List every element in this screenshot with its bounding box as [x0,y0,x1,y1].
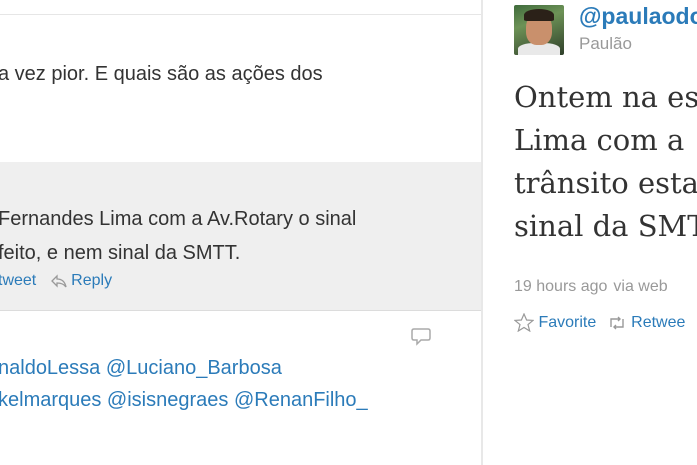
tweet-detail-pane: @paulaodo Paulão Ontem na es Lima com a … [483,0,697,465]
detail-text-line: sinal da SMT [514,209,697,243]
avatar[interactable] [514,5,564,55]
speech-bubble-icon[interactable] [411,326,431,346]
source-label: via web [613,278,668,295]
star-icon [514,313,534,332]
tweet-text-line: Fernandes Lima com a Av.Rotary o sinal [0,208,357,230]
retweet-icon [610,316,624,329]
reply-icon [50,274,67,288]
screen-name-link[interactable]: @paulaodo [579,3,697,30]
tweet-mentions[interactable]: kelmarques @isisnegraes @RenanFilho_ [0,389,368,412]
retweet-label: Retwee [631,313,686,331]
tweet-item-selected[interactable]: Fernandes Lima com a Av.Rotary o sinal f… [0,162,481,311]
tweet-actions: tweet Reply [0,272,112,290]
reply-button[interactable]: Reply [50,272,113,289]
timestamp-link[interactable]: 19 hours ago [514,278,607,295]
favorite-label: Favorite [538,313,597,331]
tweet-item[interactable]: a vez pior. E quais são as ações dos [0,14,481,163]
tweet-text: a vez pior. E quais são as ações dos [0,63,323,85]
detail-text-line: Ontem na es [514,80,697,114]
detail-actions: Favorite Retwee [514,313,685,332]
retweet-button[interactable]: Retwee [607,313,686,331]
tweet-meta: 19 hours ago via web [514,278,668,296]
tweet-text-line: feito, e nem sinal da SMTT. [0,242,241,264]
detail-text-line: trânsito esta [514,166,697,200]
reply-label: Reply [71,272,113,289]
timeline: a vez pior. E quais são as ações dos Fer… [0,0,482,465]
retweet-link[interactable]: tweet [0,272,36,289]
favorite-button[interactable]: Favorite [514,313,601,332]
detail-text-line: Lima com a [514,123,685,157]
real-name: Paulão [579,34,632,53]
tweet-item[interactable]: naldoLessa @Luciano_Barbosa kelmarques @… [0,311,481,465]
tweet-mentions[interactable]: naldoLessa @Luciano_Barbosa [0,357,282,380]
